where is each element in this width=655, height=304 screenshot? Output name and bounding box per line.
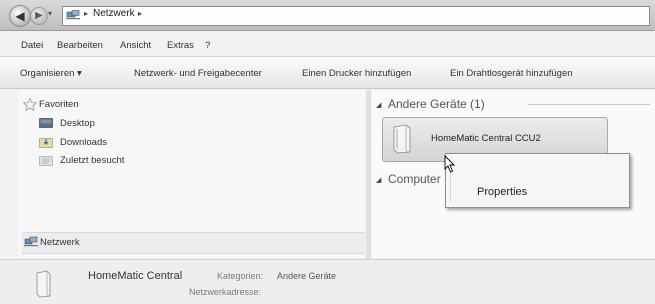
group-header-andere-geraete[interactable]: Andere Geräte (1) [388,97,485,111]
breadcrumb-netzwerk[interactable]: Netzwerk [93,8,135,19]
network-icon [66,10,80,20]
forward-button[interactable]: ▶ [30,7,48,25]
nav-downloads[interactable]: Downloads [60,137,107,148]
menu-bearbeiten[interactable]: Bearbeiten [57,40,103,51]
menu-ansicht[interactable]: Ansicht [120,40,151,51]
details-category-value: Andere Geräte [277,271,337,281]
forward-arrow-icon: ▶ [35,10,43,21]
recent-pages-chevron-icon[interactable]: ▾ [48,9,56,19]
add-wireless-device-button[interactable]: Ein Drahtlosgerät hinzufügen [450,68,573,79]
collapse-group-icon[interactable]: ◢ [376,176,381,184]
nav-favorites[interactable]: Favoriten [39,99,79,110]
details-address-key: Netzwerkadresse: [189,287,262,297]
downloads-icon [39,138,53,148]
nav-netzwerk-label: Netzwerk [40,237,80,248]
device-tower-icon [393,124,411,154]
group-header-computer[interactable]: Computer [388,172,441,186]
details-category-key: Kategorien: [217,271,264,281]
pane-splitter[interactable] [366,90,371,260]
address-field[interactable] [62,6,650,26]
context-menu [445,153,630,208]
back-arrow-icon: ◀ [15,9,25,23]
collapse-group-icon[interactable]: ◢ [376,101,381,109]
network-center-button[interactable]: Netzwerk- und Freigabecenter [134,68,262,79]
details-pane [0,260,655,304]
context-menu-properties[interactable]: Properties [477,186,527,198]
device-tower-icon [36,270,51,298]
menu-extras[interactable]: Extras [167,40,194,51]
network-icon [24,236,38,247]
mouse-cursor-icon [444,155,456,173]
menu-datei[interactable]: Datei [21,40,43,51]
device-name: HomeMatic Central CCU2 [431,133,541,144]
breadcrumb-separator-icon[interactable]: ▸ [138,9,142,18]
details-device-name: HomeMatic Central [88,270,183,282]
favorites-star-icon [23,98,37,111]
add-printer-button[interactable]: Einen Drucker hinzufügen [302,68,411,79]
breadcrumb-separator-icon[interactable]: ▸ [84,9,88,18]
nav-desktop[interactable]: Desktop [60,118,95,129]
desktop-icon [39,118,53,128]
back-button[interactable]: ◀ [9,5,31,27]
organize-button[interactable]: Organisieren ▾ [20,68,82,79]
group-divider [528,104,650,105]
menu-help[interactable]: ? [205,40,210,51]
recent-places-icon [39,156,53,166]
nav-zuletzt-besucht[interactable]: Zuletzt besucht [60,155,124,166]
